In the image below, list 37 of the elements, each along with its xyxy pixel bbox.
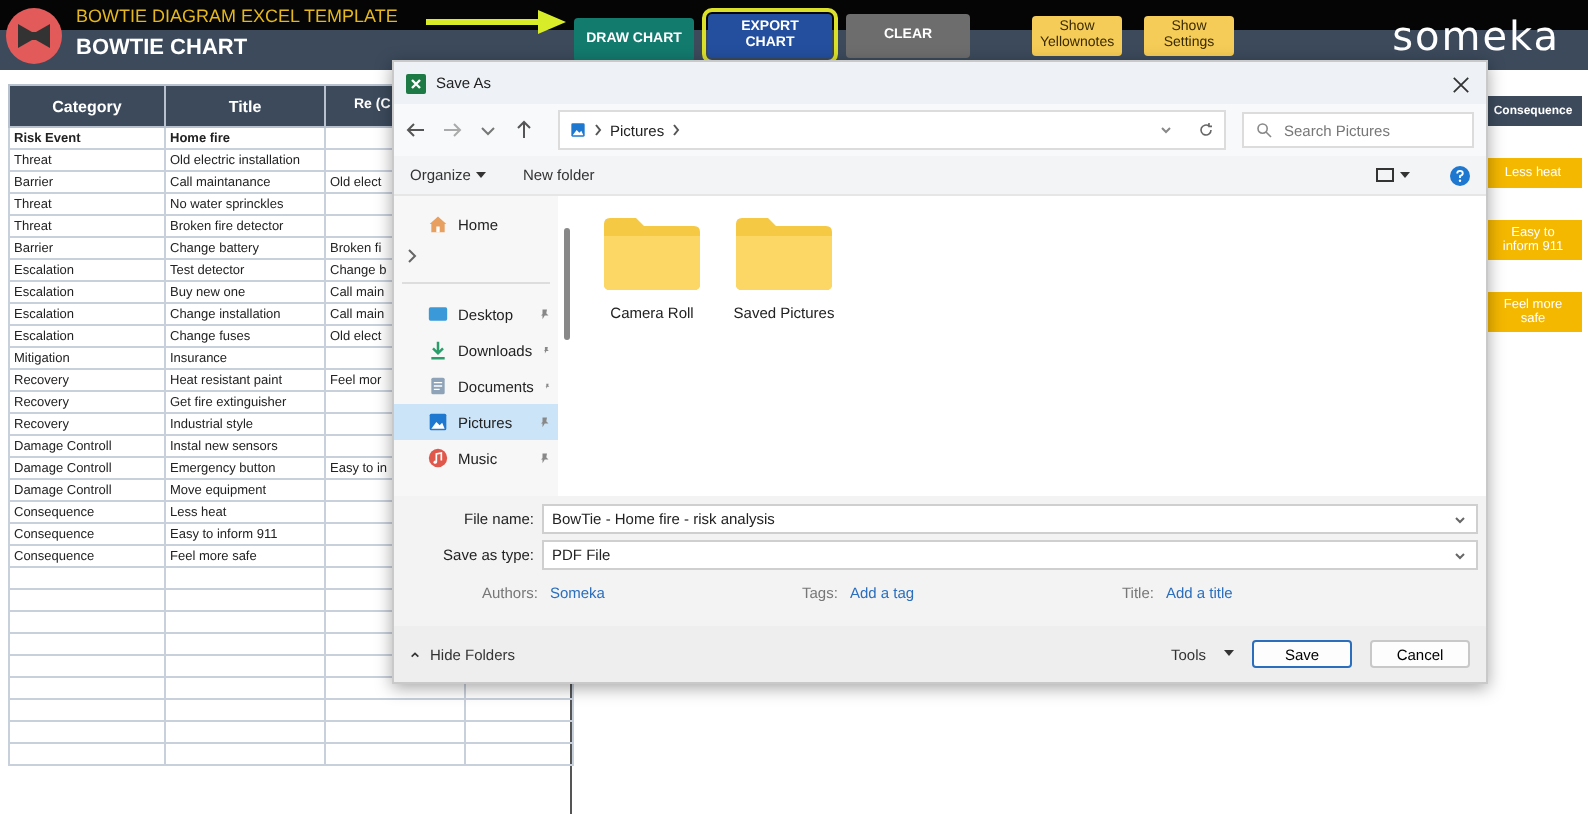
- chevron-icon: [594, 124, 602, 136]
- download-icon: [428, 340, 448, 360]
- spreadsheet-icon: [406, 73, 426, 93]
- column-header: Title: [165, 85, 325, 127]
- dropdown-icon[interactable]: [1158, 122, 1174, 138]
- desktop-icon: [428, 304, 448, 324]
- document-icon: [428, 376, 448, 396]
- chevron-icon[interactable]: [406, 248, 418, 264]
- help-icon[interactable]: [1450, 165, 1470, 185]
- pin-icon[interactable]: [538, 452, 550, 464]
- chevron-icon: [672, 124, 681, 136]
- home-icon: [428, 214, 448, 234]
- search-icon: [1256, 122, 1272, 138]
- up-button[interactable]: [514, 120, 534, 140]
- pin-icon[interactable]: [538, 308, 550, 320]
- forward-button[interactable]: [442, 120, 462, 140]
- brand-logo: someka: [1392, 11, 1560, 59]
- scrollbar[interactable]: [564, 228, 570, 340]
- chart-title: BOWTIE CHART: [76, 34, 250, 64]
- chevron-icon: [1452, 547, 1468, 563]
- chevron-icon: [1452, 511, 1468, 527]
- pointer-arrow: [426, 9, 566, 33]
- refresh-icon[interactable]: [1198, 122, 1214, 138]
- picture-icon: [428, 412, 448, 432]
- caret-icon: [1224, 650, 1234, 658]
- bowtie-logo: [4, 5, 64, 65]
- caret-icon: [1400, 171, 1410, 179]
- view-menu[interactable]: [1376, 167, 1410, 183]
- template-title: BOWTIE DIAGRAM EXCEL TEMPLATE: [76, 4, 400, 30]
- caret-icon: [476, 171, 487, 179]
- pin-icon[interactable]: [538, 416, 550, 428]
- music-icon: [428, 448, 448, 468]
- back-button[interactable]: [406, 120, 426, 140]
- pin-icon[interactable]: [542, 344, 550, 356]
- column-header: Category: [9, 85, 165, 127]
- picture-icon: [570, 122, 586, 138]
- chevron-icon: [410, 649, 420, 659]
